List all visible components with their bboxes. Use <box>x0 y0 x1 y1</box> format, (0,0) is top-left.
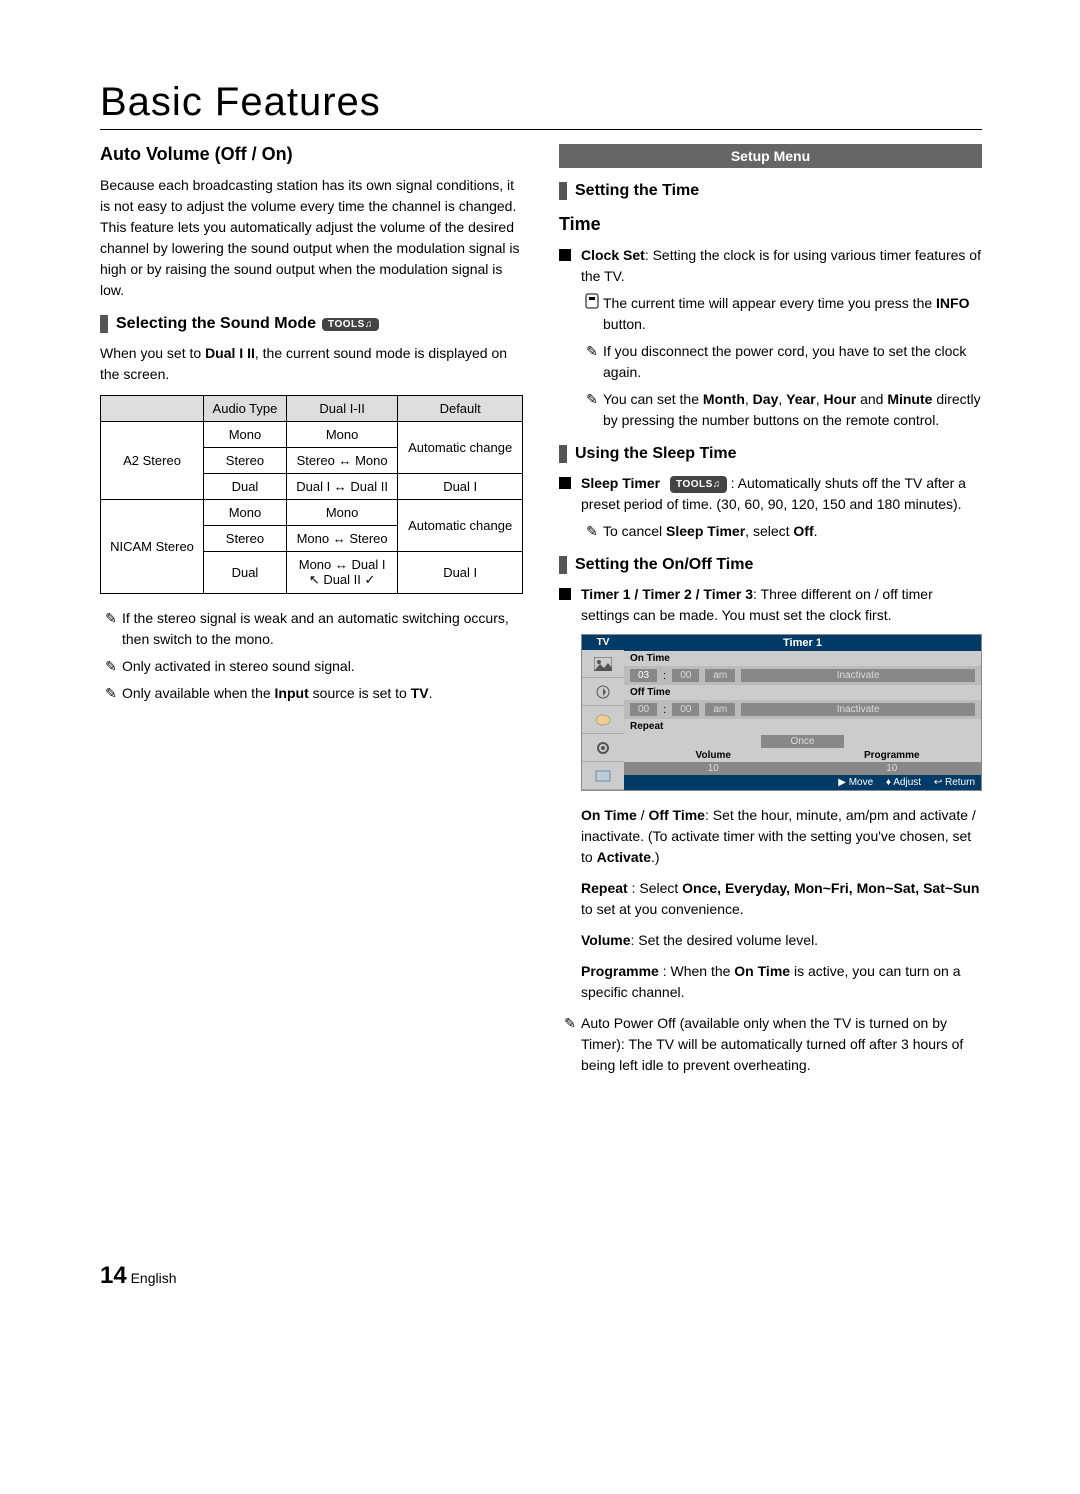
table-row: NICAM Stereo Mono Mono Automatic change <box>101 500 523 526</box>
heading-bar-icon <box>559 445 567 463</box>
sound-icon <box>582 678 624 706</box>
osd-off-hour-stepper[interactable]: 00 <box>630 703 657 716</box>
clock-set-item: Clock Set: Setting the clock is for usin… <box>559 245 982 287</box>
osd-on-hour-stepper[interactable]: 03 <box>630 669 657 682</box>
tools-badge-icon: TOOLS♫ <box>670 476 727 493</box>
osd-off-minute-stepper[interactable]: 00 <box>672 703 699 716</box>
square-bullet-icon <box>559 477 571 489</box>
osd-side-title: TV <box>582 635 624 650</box>
table-header-default: Default <box>398 396 523 422</box>
osd-colon: : <box>663 704 666 716</box>
osd-title: Timer 1 <box>624 635 981 651</box>
osd-footer-move: ▶ Move <box>838 777 873 788</box>
heading-bar-icon <box>559 182 567 200</box>
page-number: 14 <box>100 1262 127 1289</box>
selecting-sound-mode-text: Selecting the Sound Mode <box>116 315 316 333</box>
onoff-time-heading: Setting the On/Off Time <box>559 556 982 574</box>
sound-mode-table: Audio Type Dual I-II Default A2 Stereo M… <box>100 395 523 594</box>
setting-time-heading: Setting the Time <box>559 182 982 200</box>
timer-item: Timer 1 / Timer 2 / Timer 3: Three diffe… <box>559 584 982 626</box>
note-item: The current time will appear every time … <box>559 293 982 335</box>
point-icon: ✎ <box>100 656 122 677</box>
note-item: ✎ If the stereo signal is weak and an au… <box>100 608 523 650</box>
page-title: Basic Features <box>100 80 982 125</box>
osd-programme-stepper[interactable]: 10 <box>803 762 982 775</box>
note-item: ✎ If you disconnect the power cord, you … <box>559 341 982 383</box>
osd-colon: : <box>663 670 666 682</box>
note-item: ✎ Only available when the Input source i… <box>100 683 523 704</box>
page-rule <box>100 129 982 130</box>
osd-on-minute-stepper[interactable]: 00 <box>672 669 699 682</box>
osd-footer-adjust: ♦ Adjust <box>886 777 921 788</box>
page-language: English <box>131 1270 177 1286</box>
point-icon: ✎ <box>100 683 122 704</box>
dual-mode-desc: When you set to Dual I II, the current s… <box>100 343 523 385</box>
table-header-blank <box>101 396 204 422</box>
auto-volume-heading: Auto Volume (Off / On) <box>100 144 523 165</box>
picture-icon <box>582 650 624 678</box>
channel-icon <box>582 706 624 734</box>
osd-volume-stepper[interactable]: 10 <box>624 762 803 775</box>
right-column: Setup Menu Setting the Time Time Clock S… <box>559 144 982 1082</box>
osd-footer-return: ↩ Return <box>934 777 975 788</box>
osd-off-time-label: Off Time <box>624 685 981 700</box>
note-item: ✎ To cancel Sleep Timer, select Off. <box>559 521 982 542</box>
tools-badge-icon: TOOLS♫ <box>322 318 379 331</box>
point-icon: ✎ <box>100 608 122 629</box>
point-icon: ✎ <box>581 521 603 542</box>
table-group-a2: A2 Stereo <box>101 422 204 500</box>
on-off-time-desc: On Time / Off Time: Set the hour, minute… <box>559 805 982 868</box>
programme-desc: Programme : When the On Time is active, … <box>559 961 982 1003</box>
table-header-dual: Dual I-II <box>286 396 398 422</box>
setup-menu-banner: Setup Menu <box>559 144 982 168</box>
heading-bar-icon <box>559 556 567 574</box>
square-bullet-icon <box>559 588 571 600</box>
table-row: A2 Stereo Mono Mono Automatic change <box>101 422 523 448</box>
note-item: ✎ You can set the Month, Day, Year, Hour… <box>559 389 982 431</box>
page-footer: 14 English <box>100 1262 982 1290</box>
auto-volume-intro: Because each broadcasting station has it… <box>100 175 523 301</box>
sleep-timer-item: Sleep Timer TOOLS♫ : Automatically shuts… <box>559 473 982 515</box>
auto-power-off-note: ✎ Auto Power Off (available only when th… <box>559 1013 982 1076</box>
note-item: ✎ Only activated in stereo sound signal. <box>100 656 523 677</box>
point-icon: ✎ <box>581 389 603 410</box>
osd-on-time-label: On Time <box>624 651 981 666</box>
remote-icon <box>581 293 603 315</box>
osd-repeat-label: Repeat <box>624 719 981 734</box>
osd-repeat-stepper[interactable]: Once <box>761 735 845 748</box>
osd-off-ampm-stepper[interactable]: am <box>705 703 735 716</box>
point-icon: ✎ <box>581 341 603 362</box>
timer-osd-screenshot: TV Timer 1 On Time 03 : 00 <box>581 634 982 791</box>
time-heading: Time <box>559 214 982 235</box>
sleep-time-heading: Using the Sleep Time <box>559 445 982 463</box>
osd-off-state-stepper[interactable]: Inactivate <box>741 703 975 716</box>
table-group-nicam: NICAM Stereo <box>101 500 204 594</box>
osd-programme-label: Programme <box>803 749 982 762</box>
selecting-sound-mode-heading: Selecting the Sound Mode TOOLS♫ <box>100 315 523 333</box>
volume-desc: Volume: Set the desired volume level. <box>559 930 982 951</box>
osd-footer: ▶ Move ♦ Adjust ↩ Return <box>624 775 981 790</box>
point-icon: ✎ <box>559 1013 581 1034</box>
square-bullet-icon <box>559 249 571 261</box>
left-column: Auto Volume (Off / On) Because each broa… <box>100 144 523 1082</box>
setup-icon <box>582 734 624 762</box>
table-header-audio-type: Audio Type <box>204 396 287 422</box>
osd-on-state-stepper[interactable]: Inactivate <box>741 669 975 682</box>
osd-sidebar: TV <box>582 635 624 790</box>
osd-on-ampm-stepper[interactable]: am <box>705 669 735 682</box>
input-icon <box>582 762 624 790</box>
repeat-desc: Repeat : Select Once, Everyday, Mon~Fri,… <box>559 878 982 920</box>
osd-volume-label: Volume <box>624 749 803 762</box>
heading-bar-icon <box>100 315 108 333</box>
